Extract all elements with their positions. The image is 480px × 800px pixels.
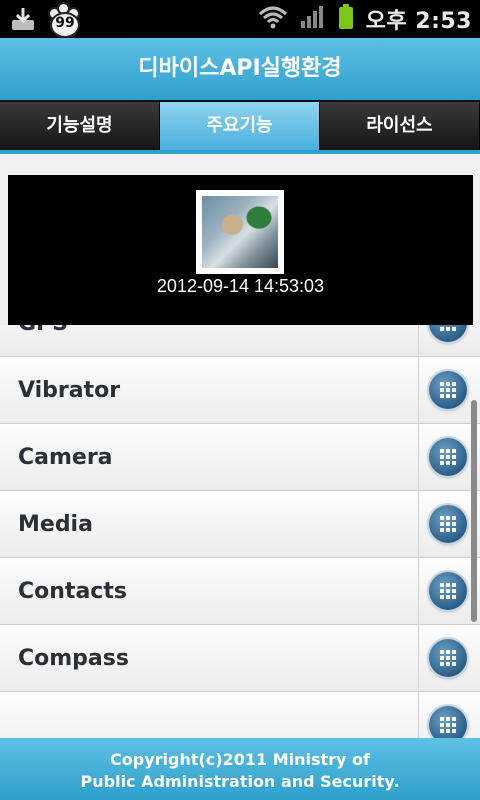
- tab-description[interactable]: 기능설명: [0, 102, 160, 150]
- grid-menu-button[interactable]: [429, 639, 467, 677]
- feature-list-content: GPS Vibrator: [0, 325, 480, 738]
- status-right: 오후 2:53: [258, 0, 472, 38]
- list-item-media[interactable]: Media: [0, 491, 480, 558]
- grid-icon: [440, 327, 456, 331]
- row-divider: [418, 325, 419, 357]
- grid-icon: [440, 449, 456, 465]
- list-item-label: Compass: [18, 646, 129, 671]
- row-divider: [418, 357, 419, 424]
- list-item-next[interactable]: [0, 692, 480, 738]
- tab-main-features[interactable]: 주요기능: [160, 102, 320, 150]
- row-divider: [418, 692, 419, 738]
- photo-thumbnail[interactable]: [196, 190, 284, 274]
- wifi-icon: [258, 5, 288, 33]
- grid-menu-button[interactable]: [429, 505, 467, 543]
- list-item-label: Contacts: [18, 579, 127, 604]
- row-divider: [418, 491, 419, 558]
- row-divider: [418, 625, 419, 692]
- list-item-camera[interactable]: Camera: [0, 424, 480, 491]
- list-item-contacts[interactable]: Contacts: [0, 558, 480, 625]
- notification-count: 99: [55, 15, 75, 31]
- grid-icon: [440, 583, 456, 599]
- photo-panel: 2012-09-14 14:53:03: [8, 175, 473, 325]
- grid-menu-button[interactable]: [429, 371, 467, 409]
- list-item-label: Vibrator: [18, 378, 121, 403]
- photo-timestamp: 2012-09-14 14:53:03: [156, 276, 325, 296]
- list-item-label: GPS: [18, 325, 68, 357]
- photo-image: [202, 196, 278, 268]
- feature-list[interactable]: GPS Vibrator: [0, 325, 480, 738]
- list-item-label: Camera: [18, 445, 113, 470]
- list-item-compass[interactable]: Compass: [0, 625, 480, 692]
- footer: Copyright(c)2011 Ministry of Public Admi…: [0, 738, 480, 800]
- grid-menu-button[interactable]: [429, 706, 467, 738]
- grid-icon: [440, 650, 456, 666]
- app-title: 디바이스API실행환경: [138, 56, 342, 81]
- footer-line-1: Copyright(c)2011 Ministry of: [110, 750, 370, 769]
- list-item-gps[interactable]: GPS: [0, 325, 480, 357]
- photo-area: 2012-09-14 14:53:03: [0, 154, 480, 338]
- battery-icon: [338, 4, 354, 34]
- list-scrollbar[interactable]: [471, 400, 477, 622]
- grid-icon: [440, 382, 456, 398]
- grid-menu-button[interactable]: [429, 572, 467, 610]
- grid-menu-button[interactable]: [429, 438, 467, 476]
- footer-line-2: Public Administration and Security.: [80, 772, 400, 791]
- download-icon: [10, 6, 36, 32]
- list-item-label: Media: [18, 512, 93, 537]
- app-screen: 99 오후 2:53 디바이스API실행환경 기능설명 주요기능 라이선스 20…: [0, 0, 480, 800]
- tab-license[interactable]: 라이선스: [320, 102, 480, 150]
- tab-bar: 기능설명 주요기능 라이선스: [0, 100, 480, 152]
- status-bar: 99 오후 2:53: [0, 0, 480, 38]
- signal-icon: [300, 5, 326, 33]
- app-title-bar: 디바이스API실행환경: [0, 38, 480, 100]
- list-item-vibrator[interactable]: Vibrator: [0, 357, 480, 424]
- status-clock: 오후 2:53: [365, 9, 472, 34]
- grid-icon: [440, 717, 456, 733]
- row-divider: [418, 558, 419, 625]
- status-left: 99: [10, 2, 80, 38]
- grid-icon: [440, 516, 456, 532]
- paw-badge-icon: 99: [46, 2, 80, 38]
- grid-menu-button[interactable]: [429, 325, 467, 342]
- row-divider: [418, 424, 419, 491]
